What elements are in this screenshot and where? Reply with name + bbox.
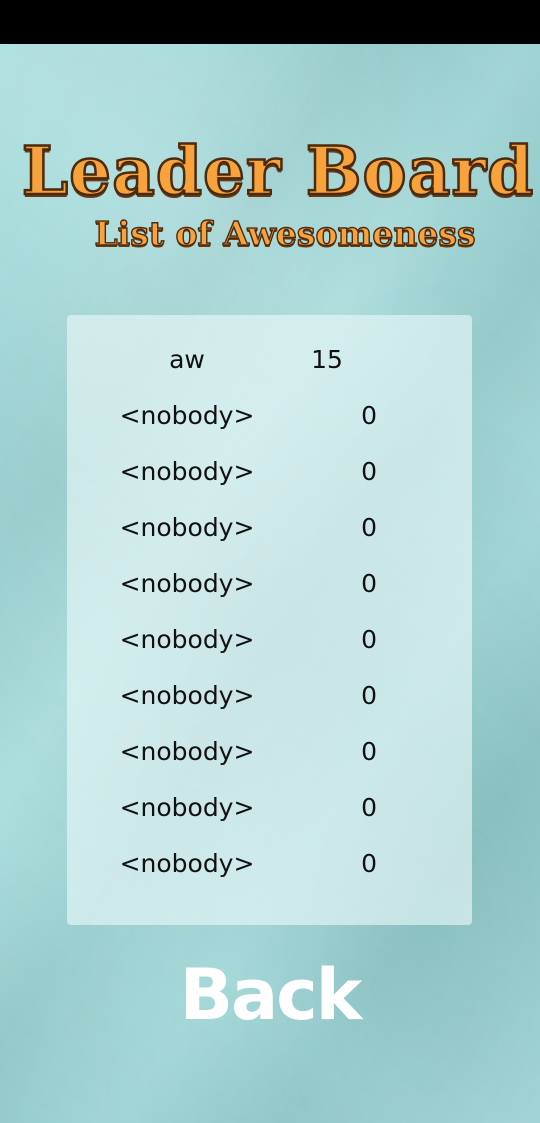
page-subtitle: List of Awesomeness xyxy=(94,213,476,253)
page-title: Leader Board xyxy=(20,131,535,212)
player-name: <nobody> xyxy=(119,457,255,486)
player-score: 0 xyxy=(361,401,377,430)
leaderboard-row: <nobody> 0 xyxy=(67,730,472,774)
leaderboard-row: <nobody> 0 xyxy=(67,786,472,830)
back-button[interactable]: Back xyxy=(170,950,370,1040)
player-name: aw xyxy=(169,345,205,374)
leaderboard-panel: aw 15 <nobody> 0 <nobody> 0 <nobody> 0 <… xyxy=(67,315,472,925)
leaderboard-row: <nobody> 0 xyxy=(67,506,472,550)
player-score: 0 xyxy=(361,681,377,710)
player-score: 0 xyxy=(361,513,377,542)
player-name: <nobody> xyxy=(119,737,255,766)
leaderboard-row: <nobody> 0 xyxy=(67,562,472,606)
status-bar xyxy=(0,0,540,44)
leaderboard-row: <nobody> 0 xyxy=(67,450,472,494)
leaderboard-row: aw 15 xyxy=(67,338,472,382)
player-name: <nobody> xyxy=(119,849,255,878)
player-name: <nobody> xyxy=(119,569,255,598)
player-score: 0 xyxy=(361,849,377,878)
player-score: 0 xyxy=(361,457,377,486)
leaderboard-row: <nobody> 0 xyxy=(67,674,472,718)
player-name: <nobody> xyxy=(119,793,255,822)
player-score: 0 xyxy=(361,793,377,822)
player-name: <nobody> xyxy=(119,513,255,542)
player-name: <nobody> xyxy=(119,681,255,710)
player-score: 0 xyxy=(361,569,377,598)
leaderboard-row: <nobody> 0 xyxy=(67,394,472,438)
leaderboard-row: <nobody> 0 xyxy=(67,618,472,662)
player-score: 0 xyxy=(361,625,377,654)
player-score: 0 xyxy=(361,737,377,766)
player-name: <nobody> xyxy=(119,401,255,430)
player-name: <nobody> xyxy=(119,625,255,654)
leaderboard-row: <nobody> 0 xyxy=(67,842,472,886)
player-score: 15 xyxy=(311,345,343,374)
